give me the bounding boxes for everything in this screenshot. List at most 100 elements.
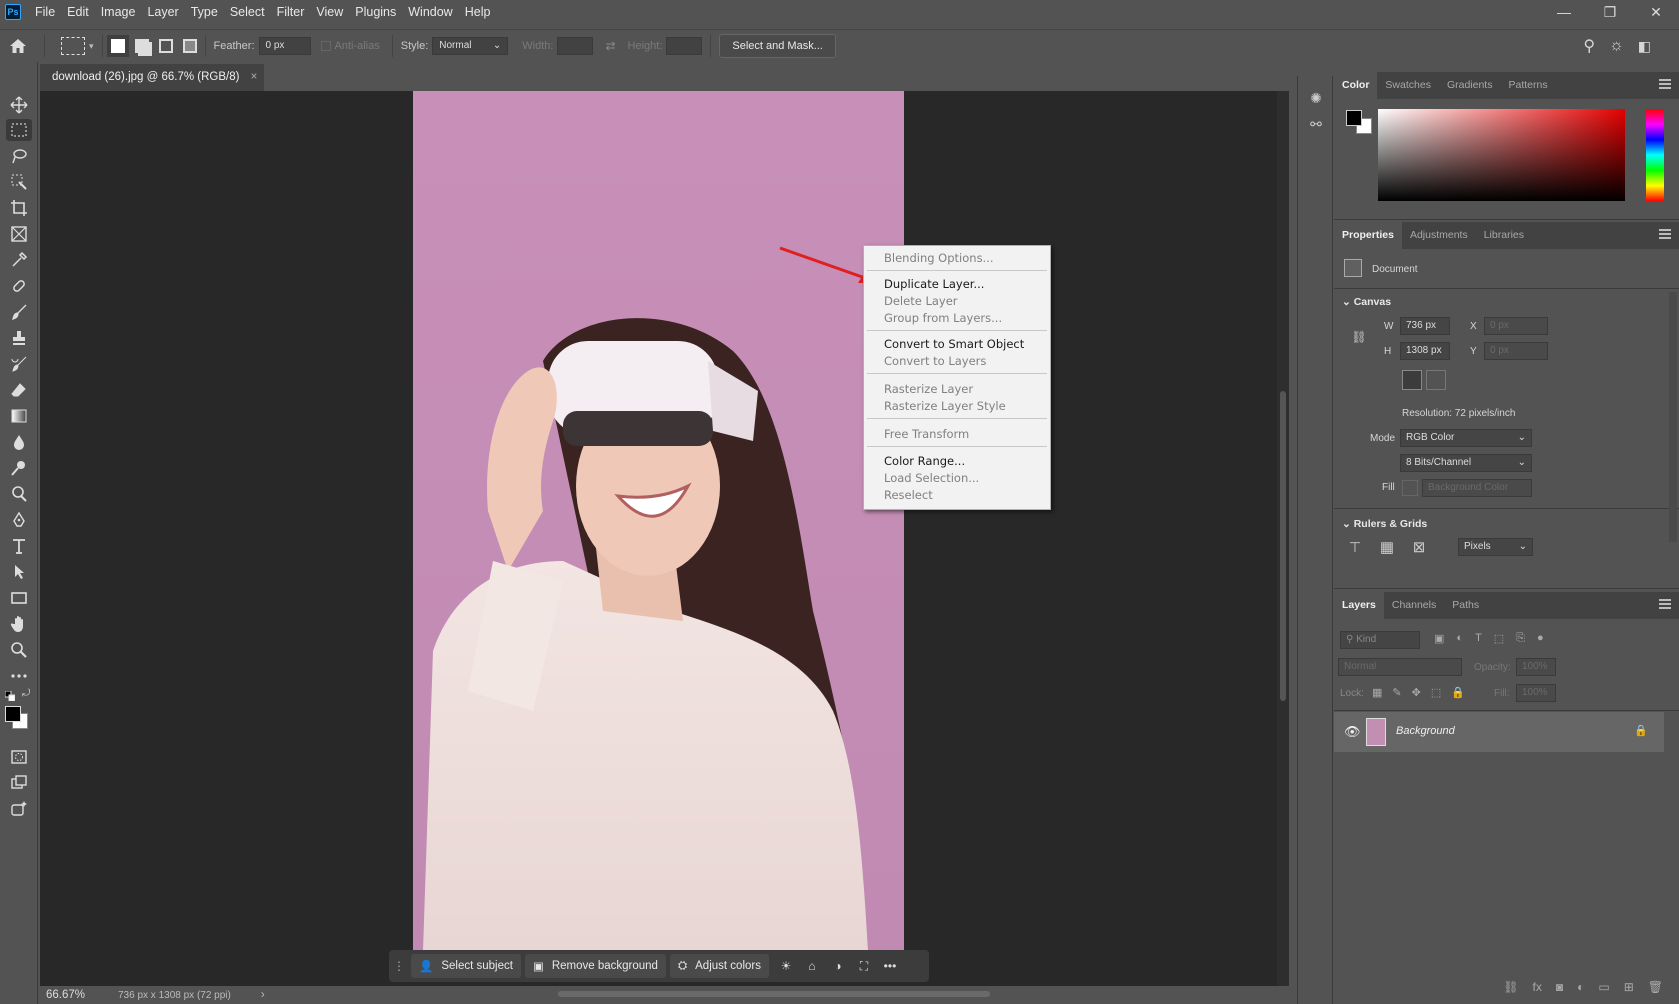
ruler-units-select[interactable]: Pixels ⌄: [1458, 538, 1533, 556]
guides-icon[interactable]: ⊠: [1410, 538, 1428, 556]
select-subject-button[interactable]: 👤 Select subject: [411, 954, 521, 978]
workspace-icon[interactable]: ◧: [1638, 38, 1651, 55]
restore-button[interactable]: ❐: [1587, 0, 1633, 24]
menu-help[interactable]: Help: [459, 0, 497, 24]
eraser-tool-icon[interactable]: [6, 379, 32, 401]
adjustment-filter-icon[interactable]: ◐: [1456, 632, 1463, 645]
menu-plugins[interactable]: Plugins: [349, 0, 402, 24]
canvas-y-input[interactable]: 0 px: [1484, 342, 1548, 360]
menu-layer[interactable]: Layer: [141, 0, 184, 24]
tab-layers[interactable]: Layers: [1334, 592, 1384, 619]
layer-style-icon[interactable]: fx: [1533, 980, 1542, 994]
fill-swatch[interactable]: [1402, 480, 1418, 496]
screen-mode-icon[interactable]: [6, 772, 32, 794]
adjust-colors-button[interactable]: ⛭ Adjust colors: [669, 954, 769, 978]
layer-name[interactable]: Background: [1396, 725, 1455, 737]
grid-icon[interactable]: ▦: [1378, 538, 1396, 556]
swap-icon[interactable]: ⇄: [605, 39, 615, 53]
menu-item-blending-options[interactable]: Blending Options...: [884, 251, 994, 265]
brush-tool-icon[interactable]: [6, 301, 32, 323]
menu-item-delete-layer[interactable]: Delete Layer: [884, 294, 958, 308]
lock-position-icon[interactable]: ✥: [1412, 686, 1421, 699]
menu-item-color-range[interactable]: Color Range...: [884, 454, 965, 468]
layer-mask-icon[interactable]: ◙: [1556, 980, 1563, 994]
ruler-icon[interactable]: ⊤: [1346, 538, 1364, 556]
menu-item-free-transform[interactable]: Free Transform: [884, 427, 969, 441]
clone-stamp-tool-icon[interactable]: [6, 327, 32, 349]
bit-depth-select[interactable]: 8 Bits/Channel ⌄: [1400, 454, 1532, 472]
vertical-scroll-thumb[interactable]: [1280, 391, 1286, 701]
menu-type[interactable]: Type: [185, 0, 224, 24]
search-icon[interactable]: ⚲: [1583, 36, 1595, 56]
menu-item-reselect[interactable]: Reselect: [884, 488, 933, 502]
canvas-x-input[interactable]: 0 px: [1484, 317, 1548, 335]
properties-scrollbar[interactable]: [1669, 292, 1677, 542]
menu-view[interactable]: View: [310, 0, 349, 24]
layer-lock-icon[interactable]: 🔒: [1634, 724, 1648, 737]
tab-patterns[interactable]: Patterns: [1500, 72, 1555, 99]
rulers-section-title[interactable]: ⌄ Rulers & Grids: [1342, 518, 1427, 530]
opacity-input[interactable]: 100%: [1516, 658, 1556, 676]
document-tab[interactable]: download (26).jpg @ 66.7% (RGB/8) ×: [40, 64, 264, 91]
height-input[interactable]: [666, 37, 703, 55]
lock-pixels-icon[interactable]: ✎: [1392, 686, 1401, 699]
frame-tool-icon[interactable]: [6, 223, 32, 245]
hue-slider[interactable]: [1646, 109, 1664, 201]
menu-item-convert-to-layers[interactable]: Convert to Layers: [884, 354, 986, 368]
history-panel-icon[interactable]: ✺: [1306, 88, 1326, 108]
menu-item-rasterize-layer-style[interactable]: Rasterize Layer Style: [884, 399, 1006, 413]
healing-brush-tool-icon[interactable]: [6, 275, 32, 297]
pixel-filter-icon[interactable]: ▣: [1434, 632, 1444, 645]
adjustment-layer-icon[interactable]: ◑: [825, 954, 851, 978]
panel-menu-icon[interactable]: [1659, 229, 1671, 239]
menu-window[interactable]: Window: [402, 0, 458, 24]
adjustment-layer-icon[interactable]: ◐: [1577, 980, 1584, 994]
tab-gradients[interactable]: Gradients: [1439, 72, 1501, 99]
mode-select[interactable]: RGB Color ⌄: [1400, 429, 1532, 447]
pen-tool-icon[interactable]: [6, 509, 32, 531]
discover-icon[interactable]: ☼: [1609, 37, 1624, 55]
tab-color[interactable]: Color: [1334, 72, 1378, 99]
antialias-checkbox[interactable]: [320, 41, 331, 51]
remove-background-button[interactable]: ▣ Remove background: [524, 954, 666, 978]
smart-object-filter-icon[interactable]: ⎘: [1516, 632, 1525, 645]
chevron-right-icon[interactable]: ›: [261, 989, 265, 1001]
tab-libraries[interactable]: Libraries: [1476, 222, 1532, 249]
marquee-tool-icon[interactable]: [6, 119, 32, 141]
canvas-width-input[interactable]: 736 px: [1400, 317, 1450, 335]
eye-visibility-icon[interactable]: 👁: [1344, 724, 1361, 740]
panel-menu-icon[interactable]: [1659, 79, 1671, 89]
crop-tool-icon[interactable]: [6, 197, 32, 219]
intersect-selection-icon[interactable]: [182, 39, 197, 53]
object-selection-tool-icon[interactable]: [6, 171, 32, 193]
generative-icon[interactable]: ⛶: [851, 954, 877, 978]
link-layers-icon[interactable]: ⛓: [1503, 980, 1518, 994]
shape-filter-icon[interactable]: ⬚: [1494, 632, 1504, 645]
menu-file[interactable]: File: [29, 0, 61, 24]
select-and-mask-button[interactable]: Select and Mask...: [719, 34, 836, 58]
tab-adjustments[interactable]: Adjustments: [1402, 222, 1476, 249]
tab-swatches[interactable]: Swatches: [1377, 72, 1439, 99]
swap-colors-icon[interactable]: ⤾: [22, 688, 30, 699]
fill-select[interactable]: Background Color: [1422, 479, 1532, 497]
tab-paths[interactable]: Paths: [1444, 592, 1487, 619]
transform-icon[interactable]: ⌂: [799, 954, 825, 978]
color-field[interactable]: [1378, 109, 1625, 201]
menu-select[interactable]: Select: [224, 0, 271, 24]
menu-item-convert-smart-object[interactable]: Convert to Smart Object: [884, 337, 1024, 351]
horizontal-scroll-thumb[interactable]: [558, 991, 990, 997]
lock-all-icon[interactable]: 🔒: [1451, 686, 1465, 699]
menu-item-group-from-layers[interactable]: Group from Layers...: [884, 311, 1002, 325]
add-selection-icon[interactable]: [134, 39, 149, 53]
group-folder-icon[interactable]: ▭: [1598, 980, 1609, 994]
hand-tool-icon[interactable]: [6, 613, 32, 635]
delete-layer-icon[interactable]: 🗑: [1648, 980, 1663, 994]
generative-fill-icon[interactable]: [6, 798, 32, 820]
blend-mode-select[interactable]: Normal: [1338, 658, 1462, 676]
panel-menu-icon[interactable]: [1659, 599, 1671, 609]
landscape-orientation-icon[interactable]: [1426, 370, 1446, 390]
feather-input[interactable]: 0 px: [258, 37, 311, 55]
layer-kind-filter[interactable]: ⚲ Kind: [1340, 631, 1420, 649]
more-options-icon[interactable]: •••: [877, 954, 903, 978]
adjustments-panel-icon[interactable]: ⚯: [1306, 114, 1326, 134]
